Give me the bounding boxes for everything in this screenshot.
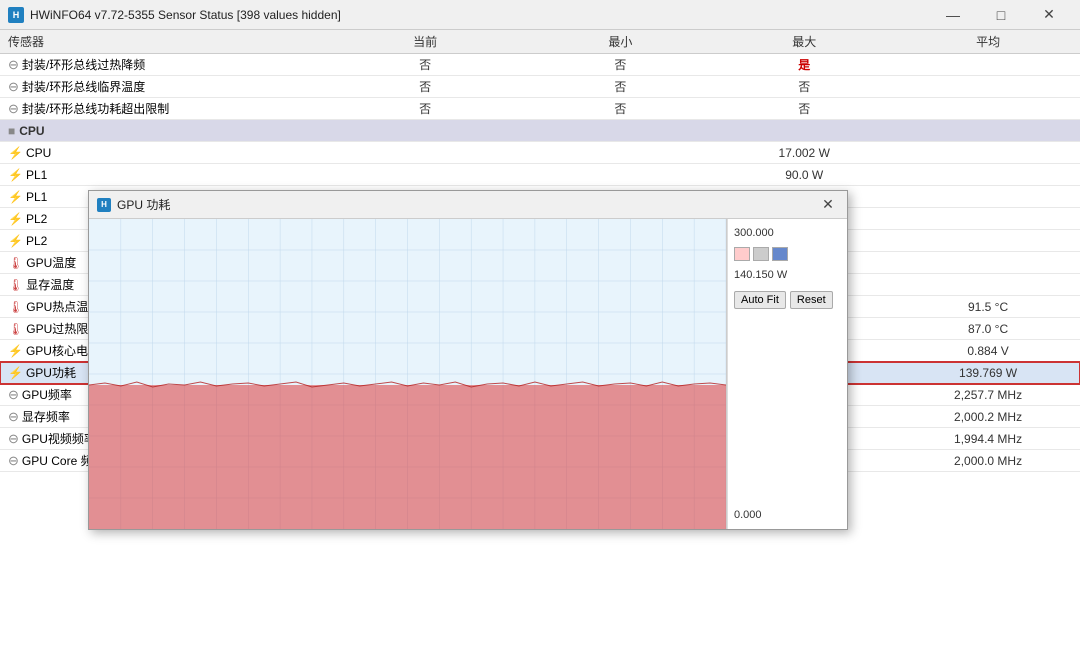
sensor-current: 否 [322, 98, 529, 120]
sensor-name: ⊖封装/环形总线过热降频 [0, 54, 322, 76]
sensor-current: 否 [322, 54, 529, 76]
sensor-name: ⊖封装/环形总线功耗超出限制 [0, 98, 322, 120]
sensor-avg: 2,000.0 MHz [896, 450, 1080, 472]
window-controls: — □ ✕ [930, 0, 1072, 30]
sensor-avg [896, 208, 1080, 230]
legend-pink [734, 247, 750, 261]
col-header-max: 最大 [712, 30, 896, 54]
sensor-min: 否 [528, 98, 712, 120]
autofit-button[interactable]: Auto Fit [734, 291, 786, 309]
sensor-avg: 91.5 °C [896, 296, 1080, 318]
table-row: ⚡PL1 90.0 W [0, 164, 1080, 186]
sensor-avg: 87.0 °C [896, 318, 1080, 340]
popup-title-bar: H GPU 功耗 ✕ [89, 191, 847, 219]
col-header-current: 当前 [322, 30, 529, 54]
sensor-avg: 2,257.7 MHz [896, 384, 1080, 406]
popup-app-icon: H [97, 198, 111, 212]
sensor-min [528, 142, 712, 164]
sensor-avg [896, 164, 1080, 186]
chart-mid-label: 140.150 W [734, 269, 841, 281]
close-button[interactable]: ✕ [1026, 0, 1072, 30]
restore-button[interactable]: □ [978, 0, 1024, 30]
sensor-current [322, 142, 529, 164]
table-row: ⊖封装/环形总线功耗超出限制否否否 [0, 98, 1080, 120]
title-bar: H HWiNFO64 v7.72-5355 Sensor Status [398… [0, 0, 1080, 30]
app-icon: H [8, 7, 24, 23]
col-header-min: 最小 [528, 30, 712, 54]
table-row: ⊖封装/环形总线临界温度否否否 [0, 76, 1080, 98]
reset-button[interactable]: Reset [790, 291, 833, 309]
sensor-max: 90.0 W [712, 164, 896, 186]
main-content: 传感器 当前 最小 最大 平均 ⊖封装/环形总线过热降频否否是⊖封装/环形总线临… [0, 30, 1080, 646]
sensor-max: 是 [712, 54, 896, 76]
table-header-row: 传感器 当前 最小 最大 平均 [0, 30, 1080, 54]
chart-zero-label: 0.000 [734, 509, 841, 521]
sensor-avg: 2,000.2 MHz [896, 406, 1080, 428]
sensor-min [528, 164, 712, 186]
sensor-max: 17.002 W [712, 142, 896, 164]
sensor-max: 否 [712, 98, 896, 120]
col-header-avg: 平均 [896, 30, 1080, 54]
popup-title: GPU 功耗 [117, 196, 170, 213]
sensor-current [322, 164, 529, 186]
chart-right-panel: 300.000 140.150 W Auto Fit Reset 0.000 [727, 219, 847, 529]
title-bar-left: H HWiNFO64 v7.72-5355 Sensor Status [398… [8, 7, 341, 23]
sensor-avg [896, 98, 1080, 120]
sensor-avg [896, 252, 1080, 274]
sensor-avg [896, 142, 1080, 164]
sensor-avg [896, 186, 1080, 208]
sensor-avg: 1,994.4 MHz [896, 428, 1080, 450]
sensor-avg [896, 274, 1080, 296]
sensor-avg [896, 54, 1080, 76]
chart-btn-row: Auto Fit Reset [734, 291, 841, 309]
sensor-name: ⚡PL1 [0, 164, 322, 186]
chart-svg [89, 219, 726, 529]
sensor-min: 否 [528, 76, 712, 98]
minimize-button[interactable]: — [930, 0, 976, 30]
sensor-avg [896, 76, 1080, 98]
popup-body: 300.000 140.150 W Auto Fit Reset 0.000 [89, 219, 847, 529]
chart-max-label: 300.000 [734, 227, 841, 239]
sensor-avg: 139.769 W [896, 362, 1080, 384]
gpu-power-popup: H GPU 功耗 ✕ [88, 190, 848, 530]
sensor-name: ⊖封装/环形总线临界温度 [0, 76, 322, 98]
legend-gray [753, 247, 769, 261]
sensor-min: 否 [528, 54, 712, 76]
sensor-name: ⚡CPU [0, 142, 322, 164]
table-row: ⊖封装/环形总线过热降频否否是 [0, 54, 1080, 76]
legend-blue [772, 247, 788, 261]
sensor-avg: 0.884 V [896, 340, 1080, 362]
sensor-avg [896, 230, 1080, 252]
popup-title-left: H GPU 功耗 [97, 196, 170, 213]
table-row: ■CPU [0, 120, 1080, 142]
window-title: HWiNFO64 v7.72-5355 Sensor Status [398 v… [30, 8, 341, 22]
popup-close-button[interactable]: ✕ [817, 194, 839, 216]
sensor-max: 否 [712, 76, 896, 98]
chart-area [89, 219, 727, 529]
col-header-sensor: 传感器 [0, 30, 322, 54]
table-row: ⚡CPU 17.002 W [0, 142, 1080, 164]
chart-legend-items [734, 247, 841, 261]
sensor-current: 否 [322, 76, 529, 98]
